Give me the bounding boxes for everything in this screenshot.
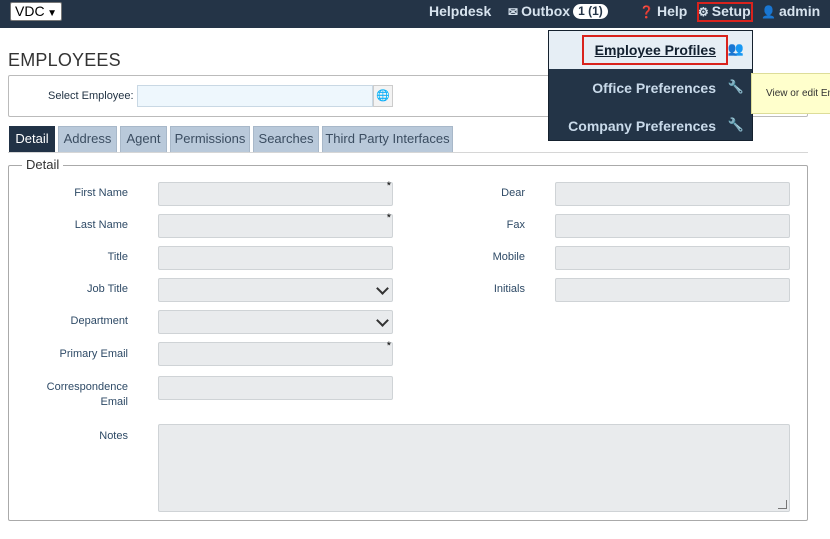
required-mark: * [386,340,391,352]
outbox-badge: 1 (1) [573,4,608,19]
dear-label: Dear [501,187,525,199]
user-icon: 👤 [761,5,776,19]
tab-detail[interactable]: Detail [9,126,55,152]
chevron-down-icon [376,282,389,295]
tab-searches[interactable]: Searches [253,126,319,152]
primary-email-input[interactable]: * [158,340,393,366]
correspondence-email-input[interactable] [158,376,393,400]
question-circle-icon: ❓ [639,5,654,19]
helpdesk-link[interactable]: Helpdesk [429,3,491,20]
required-mark: * [386,180,391,192]
company-select[interactable]: VDC ▼ [10,2,62,21]
tab-divider [8,152,808,153]
notes-label: Notes [99,430,128,442]
setup-highlight-box [697,2,753,22]
correspondence-email-label-line1: Correspondence [46,381,128,393]
menu-item-company-preferences[interactable]: Company Preferences 🔧 [549,107,752,145]
tab-permissions[interactable]: Permissions [170,126,250,152]
correspondence-email-label: Correspondence Email [28,380,128,410]
tab-agent[interactable]: Agent [120,126,167,152]
outbox-link[interactable]: ✉ Outbox 1 (1) [508,3,608,21]
company-preferences-label: Company Preferences [568,118,716,134]
notes-textarea[interactable] [158,424,790,512]
last-name-input[interactable]: * [158,212,393,238]
tab-address[interactable]: Address [58,126,117,152]
users-icon: 👥 [727,41,744,56]
job-title-label: Job Title [87,283,128,295]
wrench-icon: 🔧 [727,79,744,94]
first-name-input[interactable]: * [158,180,393,206]
department-select[interactable] [158,310,393,334]
user-menu[interactable]: 👤 admin [761,3,820,21]
tab-third-party-interfaces[interactable]: Third Party Interfaces [322,126,453,152]
outbox-label: Outbox [521,3,571,19]
initials-input[interactable] [555,278,790,302]
select-employee-input[interactable] [137,85,373,107]
chevron-down-icon [376,314,389,327]
required-mark: * [386,212,391,224]
company-select-value: VDC [15,3,45,19]
title-label: Title [107,251,128,263]
detail-legend: Detail [22,157,64,172]
office-preferences-label: Office Preferences [592,80,716,96]
helpdesk-label: Helpdesk [429,3,492,19]
resize-handle-icon[interactable] [778,500,787,509]
user-label: admin [778,3,821,19]
help-label: Help [656,3,688,19]
title-input[interactable] [158,246,393,270]
primary-email-label: Primary Email [59,348,128,360]
employee-profiles-highlight-box [582,35,728,65]
first-name-label: First Name [74,187,128,199]
chevron-down-icon: ▼ [47,8,57,19]
correspondence-email-label-line2: Email [100,396,128,408]
mobile-label: Mobile [492,251,525,263]
tooltip: View or edit Em [751,73,830,114]
mobile-input[interactable] [555,246,790,270]
select-employee-label: Select Employee: [48,90,134,102]
dear-input[interactable] [555,182,790,206]
fax-input[interactable] [555,214,790,238]
envelope-icon: ✉ [508,5,519,19]
job-title-select[interactable] [158,278,393,302]
help-link[interactable]: ❓ Help [639,3,687,21]
wrench-icon: 🔧 [727,117,744,132]
fax-label: Fax [506,219,525,231]
department-label: Department [70,315,128,327]
globe-icon[interactable]: 🌐 [373,85,393,107]
menu-item-office-preferences[interactable]: Office Preferences 🔧 [549,69,752,107]
page-title: EMPLOYEES [8,50,121,70]
initials-label: Initials [493,283,525,295]
last-name-label: Last Name [74,219,128,231]
